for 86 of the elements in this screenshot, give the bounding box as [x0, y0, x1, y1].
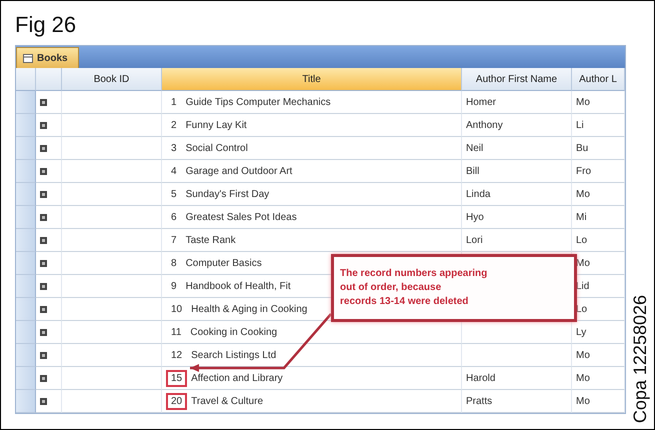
table-cell: Lori	[462, 229, 572, 252]
select-all-corner[interactable]	[16, 68, 36, 91]
table-cell: Mi	[572, 206, 625, 229]
book-title: Cooking in Cooking	[190, 326, 278, 338]
row-selector[interactable]	[16, 114, 36, 137]
row-selector[interactable]	[16, 206, 36, 229]
table-cell: Mo	[572, 344, 625, 367]
table-tab[interactable]: Books	[16, 47, 79, 68]
table-cell: Linda	[462, 183, 572, 206]
row-selector[interactable]	[16, 160, 36, 183]
row-selector[interactable]	[16, 91, 36, 114]
record-number: 12	[170, 348, 184, 362]
record-number: 7	[170, 234, 178, 248]
attachment-icon	[40, 236, 47, 244]
attachment-icon	[40, 306, 47, 312]
column-header[interactable]: Title	[162, 68, 462, 91]
book-title: Handbook of Health, Fit	[186, 280, 291, 292]
record-number: 4	[170, 164, 178, 178]
book-title: Search Listings Ltd	[191, 350, 276, 360]
table-cell: Mo	[572, 183, 625, 206]
book-title: Taste Rank	[186, 234, 236, 246]
book-title: Affection and Library	[191, 372, 283, 384]
column-header[interactable]: Author L	[572, 68, 625, 91]
attachment-icon	[40, 374, 47, 382]
record-number: 3	[170, 142, 178, 156]
attachment-icon	[40, 328, 47, 336]
attachment-icon	[40, 98, 47, 106]
attachment-icon	[40, 144, 47, 152]
book-title: Travel & Culture	[191, 396, 263, 406]
book-title: Computer Basics	[186, 258, 262, 268]
attachment-icon	[40, 190, 47, 198]
record-number: 10	[170, 302, 184, 316]
table-cell: Mo	[572, 367, 625, 390]
book-title: Garage and Outdoor Art	[186, 166, 292, 176]
table-cell: Fro	[572, 160, 625, 183]
table-cell: Li	[572, 114, 625, 137]
table-cell: Homer	[462, 91, 572, 114]
table-cell: Harold	[462, 367, 572, 390]
attachment-icon	[40, 398, 47, 404]
record-number: 20	[166, 392, 188, 410]
record-number: 15	[166, 370, 188, 386]
record-number: 9	[170, 280, 178, 294]
table-cell: Hyo	[462, 206, 572, 229]
book-title: Guide Tips Computer Mechanics	[186, 96, 331, 108]
table-cell: Lo	[572, 229, 625, 252]
row-selector[interactable]	[16, 275, 36, 298]
attachment-icon	[40, 260, 47, 266]
book-title: Sunday's First Day	[186, 188, 270, 200]
row-selector[interactable]	[16, 390, 36, 413]
table-cell: Mo	[572, 91, 625, 114]
attachment-icon	[40, 352, 47, 358]
column-header	[36, 68, 62, 91]
figure-title: Fig 26	[15, 11, 78, 39]
record-number: 2	[170, 118, 178, 132]
attachment-icon	[40, 214, 47, 220]
attachment-icon	[40, 282, 47, 290]
callout-note: The record numbers appearing out of order, because records 13-14 were deleted	[331, 254, 577, 322]
book-title: Social Control	[186, 142, 248, 154]
attachment-icon	[40, 168, 47, 174]
column-header[interactable]: Author First Name	[462, 68, 572, 91]
row-selector[interactable]	[16, 183, 36, 206]
table-cell: Bill	[462, 160, 572, 183]
row-selector[interactable]	[16, 137, 36, 160]
row-selector[interactable]	[16, 321, 36, 344]
table-cell: Neil	[462, 137, 572, 160]
row-selector[interactable]	[16, 367, 36, 390]
record-number: 6	[170, 210, 178, 224]
book-title: Greatest Sales Pot Ideas	[186, 212, 297, 222]
record-number: 1	[170, 96, 178, 110]
table-cell: Pratts	[462, 390, 572, 413]
row-selector[interactable]	[16, 298, 36, 321]
record-number: 11	[170, 326, 182, 340]
figure-code: Copa 12258026	[630, 294, 650, 423]
column-header[interactable]: Book ID	[62, 68, 162, 91]
table-cell: Bu	[572, 137, 625, 160]
book-title: Funny Lay Kit	[186, 120, 247, 130]
table-icon	[23, 54, 33, 62]
row-selector[interactable]	[16, 252, 36, 275]
attachment-icon	[40, 122, 47, 128]
row-selector[interactable]	[16, 229, 36, 252]
row-selector[interactable]	[16, 344, 36, 367]
book-title: Health & Aging in Cooking	[191, 304, 308, 314]
table-cell: Mo	[572, 390, 625, 413]
record-number: 8	[170, 256, 178, 270]
record-number: 5	[170, 188, 178, 202]
table-cell: Anthony	[462, 114, 572, 137]
